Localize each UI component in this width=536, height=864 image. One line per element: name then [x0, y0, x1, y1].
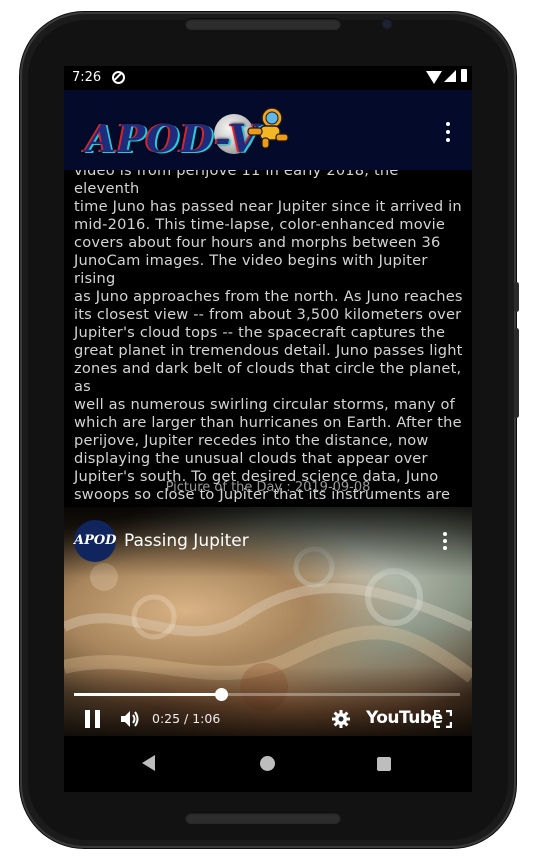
app-logo: APOD-V [86, 102, 296, 166]
picture-of-the-day-date: Picture of the Day : 2019-09-08 [165, 480, 371, 495]
battery-icon [461, 69, 467, 82]
front-camera [381, 18, 393, 30]
video-progress-fill [74, 693, 221, 696]
overflow-menu-icon[interactable] [438, 120, 458, 144]
status-bar: 7:26 [64, 66, 472, 90]
explanation-scroll-area[interactable]: video is from perijove 11 in early 2018,… [64, 170, 472, 504]
youtube-logo[interactable]: YouTube [366, 708, 443, 728]
gear-icon[interactable] [331, 709, 351, 729]
channel-avatar[interactable]: APOD [74, 520, 116, 562]
video-title[interactable]: Passing Jupiter [124, 531, 249, 551]
home-icon[interactable] [260, 756, 275, 771]
power-button [514, 282, 519, 312]
logo-text: APOD-V [86, 116, 260, 161]
video-progress-bar[interactable] [74, 688, 460, 701]
pause-icon[interactable] [85, 710, 101, 728]
back-icon[interactable] [142, 755, 155, 771]
volume-icon[interactable] [119, 709, 141, 729]
signal-icon [444, 70, 456, 82]
status-time: 7:26 [72, 70, 102, 85]
fullscreen-icon[interactable] [434, 710, 452, 728]
device-screen: 7:26 APOD-V video is from perijove 11 in… [64, 66, 472, 792]
more-vert-icon[interactable] [440, 530, 450, 552]
earpiece-speaker [185, 18, 341, 30]
wifi-icon [426, 71, 442, 84]
video-controls: 0:25 / 1:06 YouTube [64, 705, 472, 733]
app-notification-icon [112, 71, 125, 84]
explanation-text: video is from perijove 11 in early 2018,… [74, 170, 463, 503]
video-time: 0:25 / 1:06 [152, 711, 221, 726]
video-player[interactable]: APOD Passing Jupiter 0:25 / 1:06 YouTube [64, 507, 472, 736]
bottom-speaker [185, 812, 341, 824]
volume-rocker [514, 328, 519, 418]
recents-icon[interactable] [377, 757, 391, 771]
astronaut-icon [247, 107, 289, 149]
system-navigation-bar [64, 736, 472, 792]
app-bar: APOD-V [64, 90, 472, 170]
video-scrubber-handle[interactable] [214, 688, 228, 701]
